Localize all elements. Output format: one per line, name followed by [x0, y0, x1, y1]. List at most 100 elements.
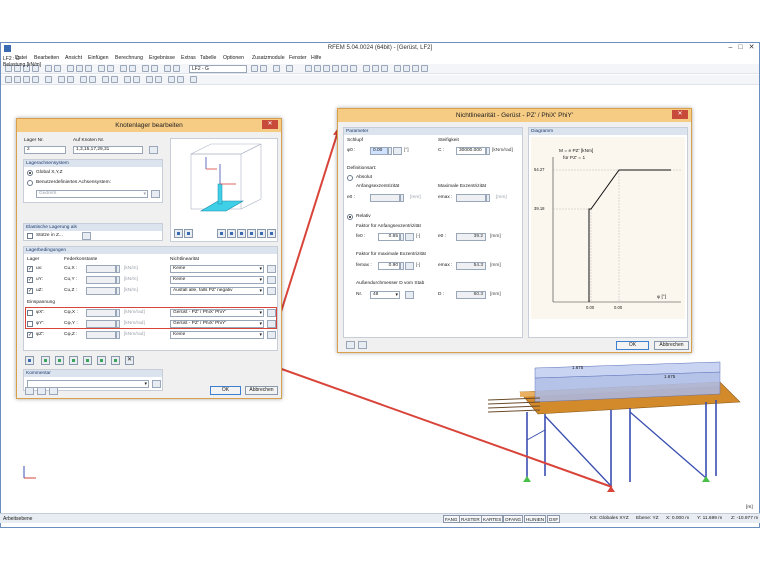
- uz-edit-icon[interactable]: [267, 287, 276, 295]
- cuy-spinner[interactable]: [116, 276, 120, 284]
- view-button[interactable]: [184, 229, 193, 238]
- phi0-field[interactable]: 0.00: [370, 147, 388, 155]
- emax-field[interactable]: [456, 194, 486, 202]
- info-icon[interactable]: [358, 341, 367, 349]
- e0-field[interactable]: [370, 194, 400, 202]
- cphiz-spinner[interactable]: [116, 331, 120, 339]
- uy-checkbox[interactable]: ✓: [27, 277, 33, 283]
- clear-icon[interactable]: ✕: [125, 356, 134, 365]
- global-radio[interactable]: [27, 170, 33, 176]
- close-icon[interactable]: ✕: [262, 120, 278, 129]
- phiz-nonlinearity-select[interactable]: Keine: [170, 331, 264, 339]
- absolut-radio[interactable]: [347, 175, 353, 181]
- help-icon[interactable]: [25, 387, 34, 395]
- brace: [526, 429, 546, 441]
- free-support-icon[interactable]: [25, 356, 34, 365]
- cuy-field[interactable]: [86, 276, 116, 284]
- coord-system: KS: Globales XYZ: [590, 516, 629, 521]
- fe0-field[interactable]: 0.65: [378, 233, 400, 241]
- member-pick-icon[interactable]: [405, 291, 414, 299]
- cuy-unit: [kN/m]: [124, 277, 138, 282]
- pinned-support-icon[interactable]: [97, 356, 106, 365]
- roller-support-icon[interactable]: [55, 356, 64, 365]
- femax-label: femax :: [356, 263, 372, 268]
- column-checkbox[interactable]: [27, 233, 33, 239]
- c-spinner[interactable]: [486, 147, 490, 155]
- c-field[interactable]: 30000.000: [456, 147, 486, 155]
- axis-edit-icon[interactable]: [151, 190, 160, 198]
- column-edit-icon[interactable]: [82, 232, 91, 240]
- ux-nonlinearity-select[interactable]: Keine: [170, 265, 264, 273]
- cphiz-field[interactable]: [86, 331, 116, 339]
- member-nr-select[interactable]: 48: [370, 291, 400, 299]
- uy-nonlinearity-select[interactable]: Keine: [170, 276, 264, 284]
- phi0-spinner[interactable]: [388, 147, 392, 155]
- formula-label-2: für PZ' = 1: [563, 156, 586, 161]
- highlight-box: [25, 307, 277, 329]
- cuy-label: Cu,Y :: [64, 277, 78, 282]
- fe0-spinner[interactable]: [400, 233, 404, 241]
- ux-edit-icon[interactable]: [267, 265, 276, 273]
- snap-toggle[interactable]: FANG: [443, 515, 460, 523]
- phiz-checkbox[interactable]: ✓: [27, 332, 33, 338]
- phi0-pick-icon[interactable]: [393, 147, 402, 155]
- lager-nr-field[interactable]: 2: [24, 146, 66, 154]
- uz-checkbox[interactable]: ✓: [27, 288, 33, 294]
- femax-spinner[interactable]: [400, 262, 404, 270]
- group-header: Lagerachsensystem: [24, 160, 162, 167]
- aussen-label: Außendurchmesser D vom Stab: [356, 281, 425, 286]
- custom-axis-radio[interactable]: [27, 180, 33, 186]
- cuz-spinner[interactable]: [116, 287, 120, 295]
- view-button[interactable]: [227, 229, 236, 238]
- sliding-support-icon[interactable]: [83, 356, 92, 365]
- view-button[interactable]: [217, 229, 226, 238]
- fe0-pick-icon[interactable]: [405, 233, 414, 241]
- view-button[interactable]: [174, 229, 183, 238]
- guidelines-toggle[interactable]: HLINIEN: [524, 515, 547, 523]
- view-button[interactable]: [247, 229, 256, 238]
- cuz-field[interactable]: [86, 287, 116, 295]
- status-text: Arbeitsebene: [3, 516, 33, 522]
- dxf-toggle[interactable]: DXF: [547, 515, 561, 523]
- uy-edit-icon[interactable]: [267, 276, 276, 284]
- axis-system-select[interactable]: Gedreht: [36, 190, 148, 198]
- diagram-group: Diagramm M = e PZ' [kNm] für PZ' = 1 54.…: [528, 127, 688, 338]
- cux-spinner[interactable]: [116, 265, 120, 273]
- grid-toggle[interactable]: RASTER: [459, 515, 482, 523]
- select-node-icon[interactable]: [149, 146, 158, 154]
- view-button[interactable]: [237, 229, 246, 238]
- hinged-support-icon[interactable]: [41, 356, 50, 365]
- cartesian-toggle[interactable]: KARTES: [481, 515, 504, 523]
- phi0-label: φ0 :: [347, 148, 356, 153]
- auf-knoten-field[interactable]: 1,3,15,17,29,31: [73, 146, 143, 154]
- ok-button[interactable]: OK: [210, 386, 241, 395]
- view-button[interactable]: [257, 229, 266, 238]
- zoom-icon[interactable]: [267, 229, 276, 238]
- uz-label: uZ:: [36, 288, 43, 293]
- unit-label: [m]: [746, 505, 753, 510]
- femax-field[interactable]: 0.90: [378, 262, 400, 270]
- relativ-radio[interactable]: [347, 214, 353, 220]
- help-icon[interactable]: [346, 341, 355, 349]
- einspannung-label: Einspannung: [27, 300, 56, 305]
- ux-checkbox[interactable]: ✓: [27, 266, 33, 272]
- comment-edit-icon[interactable]: [152, 380, 161, 388]
- fixed-support-icon[interactable]: [69, 356, 78, 365]
- uz-nonlinearity-select[interactable]: Ausfall alle, falls PZ' negativ: [170, 287, 264, 295]
- support-icon: [523, 476, 531, 482]
- nonlinearity-dialog: Nichtlinearität - Gerüst - PZ' / PhiX' P…: [337, 108, 692, 353]
- spring-support-icon[interactable]: [111, 356, 120, 365]
- copy-icon[interactable]: [37, 387, 46, 395]
- cux-field[interactable]: [86, 265, 116, 273]
- e0-spinner[interactable]: [400, 194, 404, 202]
- info-icon[interactable]: [49, 387, 58, 395]
- ok-button[interactable]: OK: [616, 341, 649, 350]
- emax-spinner[interactable]: [486, 194, 490, 202]
- phiz-edit-icon[interactable]: [267, 331, 276, 339]
- close-icon[interactable]: ✕: [672, 110, 688, 119]
- femax-pick-icon[interactable]: [405, 262, 414, 270]
- c-label: C :: [438, 148, 445, 153]
- cancel-button[interactable]: Abbrechen: [245, 386, 278, 395]
- osnap-toggle[interactable]: OFANG: [503, 515, 524, 523]
- cancel-button[interactable]: Abbrechen: [654, 341, 689, 350]
